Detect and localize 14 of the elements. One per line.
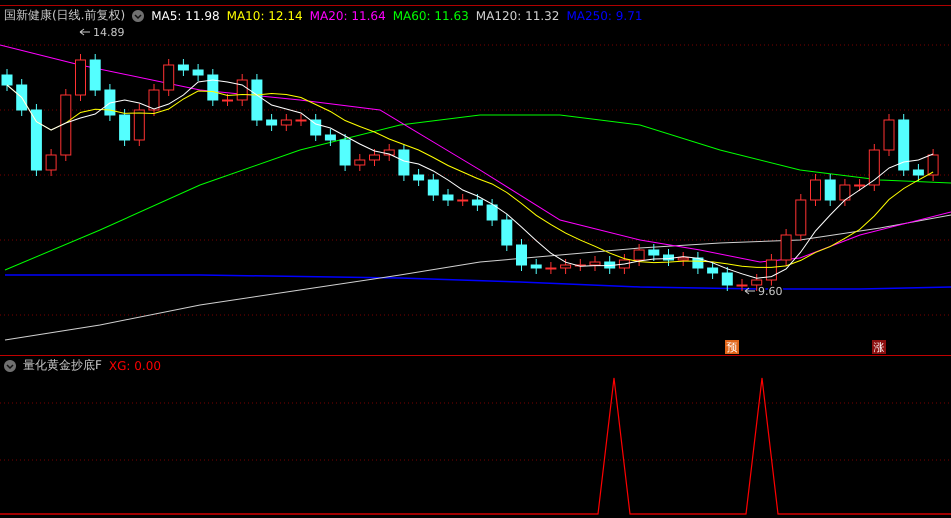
indicator-value: XG: 0.00: [108, 358, 162, 372]
moving-average-value: MA250: 9.71: [566, 8, 642, 22]
collapse-icon[interactable]: [4, 360, 16, 372]
price-annotation: 14.89: [80, 26, 124, 39]
indicator-title: 量化黄金抄底F: [23, 357, 102, 374]
moving-average-value: MA120: 11.32: [476, 8, 560, 22]
moving-average-value: MA10: 12.14: [226, 8, 303, 22]
signal-marker: 预: [725, 340, 739, 354]
moving-average-value: MA20: 11.64: [310, 8, 386, 22]
signal-marker: 涨: [872, 340, 886, 354]
stock-title: 国新健康(日线.前复权): [4, 7, 126, 24]
moving-average-value: MA5: 11.98: [151, 8, 220, 22]
collapse-icon[interactable]: [132, 10, 144, 22]
moving-average-value: MA60: 11.63: [392, 8, 469, 22]
